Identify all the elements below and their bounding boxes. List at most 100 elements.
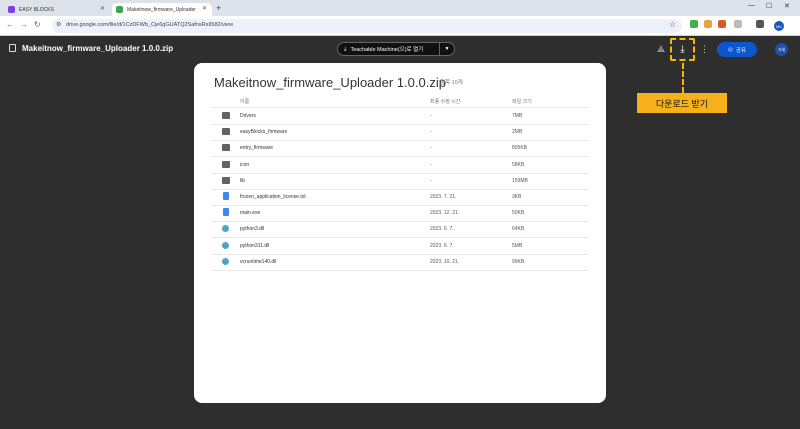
file-size: 7MB [512, 113, 523, 119]
download-icon: ⤓ [680, 44, 685, 55]
share-label: 공유 [735, 47, 746, 54]
address-bar-row: ← → ↻ ⚙ drive.google.com/file/d/1CzDFWb_… [0, 16, 800, 36]
file-name: easyBlocks_firmware [240, 129, 288, 136]
file-name: Drivers [240, 113, 256, 119]
document-icon [223, 192, 229, 200]
file-size: 159MB [512, 177, 528, 184]
file-size: 50KB [512, 210, 525, 217]
viewer-file-title: Makeitnow_firmware_Uploader 1.0.0.zip [22, 44, 174, 53]
file-row[interactable]: python311.dll 2023. 6. 7. 5MB [212, 238, 588, 254]
file-modified: - [430, 145, 432, 152]
file-modified: - [430, 129, 432, 136]
file-name: entry_firmware [240, 145, 274, 152]
tab-strip: EASY BLOCKS ✕ Makeitnow_firmware_Uploade… [0, 0, 800, 16]
file-row[interactable]: main.exe 2023. 12. 21. 50KB [212, 205, 588, 221]
python-file-icon [222, 257, 229, 265]
column-header-modified: 최종 수정 시간 [430, 99, 461, 105]
item-count: 항목 10개 [440, 80, 463, 86]
file-row[interactable]: vcruntime140.dll 2023. 10. 21. 99KB [212, 254, 588, 270]
url-text[interactable]: drive.google.com/file/d/1CzDFWb_Cje6gGUA… [66, 22, 233, 28]
file-name: icon [240, 161, 250, 168]
folder-icon [222, 128, 230, 136]
file-name: frozen_application_license.txt [240, 194, 306, 200]
forward-icon[interactable]: → [20, 20, 28, 29]
file-modified: - [430, 177, 432, 184]
column-header-size: 파일 크기 [512, 99, 532, 105]
file-modified: 2023. 6. 7. [430, 226, 454, 233]
file-size: 58KB [512, 161, 525, 168]
drive-favicon-icon [116, 6, 123, 13]
file-row[interactable]: entry_firmware - 805KB [212, 140, 588, 156]
python-file-icon [222, 225, 229, 233]
file-size: 3KB [512, 194, 522, 200]
folder-icon [222, 176, 230, 184]
file-name: main.exe [240, 210, 261, 217]
download-callout: 다운로드 받기 [637, 93, 727, 113]
open-with-button[interactable]: ⤓ Teachable Machine(으)로 열기 ▼ [337, 42, 455, 56]
file-modified: 2023. 10. 21. [430, 258, 460, 265]
download-button[interactable]: ⤓ [670, 38, 695, 61]
maximize-icon[interactable]: ☐ [766, 2, 772, 10]
zip-file-icon [9, 44, 16, 52]
tab-drive-file[interactable]: Makeitnow_firmware_Uploader ✕ [112, 3, 212, 16]
column-header-name: 이름 [240, 99, 250, 105]
row-divider [212, 269, 588, 271]
file-modified: 2023. 12. 21. [430, 210, 460, 217]
zip-contents-card: Makeitnow_firmware_Uploader 1.0.0.zip 항목… [194, 63, 606, 403]
extension-icon[interactable] [690, 20, 698, 28]
add-to-drive-icon[interactable]: ⟁ [657, 44, 665, 55]
reload-icon[interactable]: ↻ [34, 20, 41, 29]
folder-icon [222, 160, 230, 168]
open-with-icon: ⤓ [344, 45, 347, 52]
file-modified: - [430, 113, 432, 119]
file-name: vcruntime140.dll [240, 258, 277, 265]
card-title: Makeitnow_firmware_Uploader 1.0.0.zip [214, 75, 446, 90]
tab-title: EASY BLOCKS [19, 6, 54, 13]
file-modified: 2023. 7. 21. [430, 194, 457, 200]
file-row[interactable]: Drivers - 7MB [212, 108, 588, 124]
more-options-icon[interactable]: ⋮ [700, 44, 709, 55]
side-panel-icon[interactable] [756, 20, 764, 28]
file-modified: - [430, 161, 432, 168]
easy-blocks-favicon-icon [8, 6, 15, 13]
site-info-icon[interactable]: ⚙ [56, 21, 61, 28]
open-with-label: Teachable Machine(으)로 열기 [350, 47, 424, 53]
callout-connector [682, 63, 684, 93]
file-row[interactable]: python3.dll 2023. 6. 7. 64KB [212, 221, 588, 237]
file-row[interactable]: lib - 159MB [212, 173, 588, 189]
account-avatar[interactable]: 가새 [775, 43, 788, 56]
chevron-down-icon[interactable]: ▼ [439, 43, 454, 55]
close-tab-icon[interactable]: ✕ [202, 5, 207, 12]
file-size: 64KB [512, 226, 525, 233]
tab-easy-blocks[interactable]: EASY BLOCKS ✕ [4, 3, 110, 16]
bookmark-star-icon[interactable]: ☆ [669, 20, 676, 29]
new-tab-button[interactable]: + [216, 3, 221, 13]
python-file-icon [222, 241, 229, 249]
file-size: 99KB [512, 258, 525, 265]
globe-icon: ◎ [728, 46, 733, 53]
file-name: python3.dll [240, 226, 265, 233]
file-row[interactable]: frozen_application_license.txt 2023. 7. 2… [212, 189, 588, 205]
file-modified: 2023. 6. 7. [430, 242, 454, 249]
omnibox[interactable]: ⚙ drive.google.com/file/d/1CzDFWb_Cje6gG… [52, 19, 682, 33]
file-size: 2MB [512, 129, 523, 136]
file-name: python311.dll [240, 242, 270, 249]
tab-title: Makeitnow_firmware_Uploader [127, 6, 196, 13]
file-size: 805KB [512, 145, 528, 152]
browser-profile-avatar[interactable]: MK [774, 21, 784, 31]
extension-icon[interactable] [704, 20, 712, 28]
close-tab-icon[interactable]: ✕ [100, 5, 105, 12]
share-button[interactable]: ◎ 공유 [717, 42, 757, 57]
close-window-icon[interactable]: ✕ [784, 2, 790, 10]
document-icon [223, 208, 229, 217]
extensions-puzzle-icon[interactable] [734, 20, 742, 28]
back-icon[interactable]: ← [6, 20, 14, 29]
folder-icon [222, 144, 230, 152]
file-row[interactable]: icon - 58KB [212, 157, 588, 173]
file-size: 5MB [512, 242, 523, 249]
minimize-icon[interactable]: — [748, 2, 755, 9]
metamask-icon[interactable] [718, 20, 726, 28]
file-name: lib [240, 177, 246, 184]
folder-icon [222, 112, 230, 119]
file-row[interactable]: easyBlocks_firmware - 2MB [212, 124, 588, 140]
